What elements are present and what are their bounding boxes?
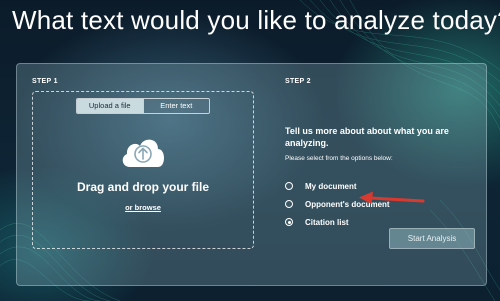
radio-my-document[interactable]: [285, 182, 293, 190]
input-mode-tabs: Upload a file Enter text: [76, 98, 210, 114]
red-arrow-icon: [359, 191, 425, 204]
file-dropzone[interactable]: [32, 91, 254, 249]
step2-hint: Please select from the options below:: [285, 155, 393, 162]
page-title: What text would you like to analyze toda…: [12, 5, 500, 35]
option-citation-list[interactable]: Citation list: [285, 216, 349, 228]
option-my-document[interactable]: My document: [285, 180, 357, 192]
option-label: My document: [305, 181, 357, 191]
cloud-upload-icon: [122, 139, 164, 167]
start-analysis-button[interactable]: Start Analysis: [389, 228, 475, 249]
browse-link[interactable]: or browse: [32, 203, 254, 212]
step2-label: STEP 2: [285, 78, 311, 85]
radio-citation-list[interactable]: [285, 218, 293, 226]
tab-upload-file[interactable]: Upload a file: [77, 99, 143, 113]
radio-opponents-document[interactable]: [285, 200, 293, 208]
drag-drop-text: Drag and drop your file: [76, 180, 209, 194]
tab-enter-text[interactable]: Enter text: [142, 99, 209, 113]
option-label: Citation list: [305, 217, 349, 227]
step1-label: STEP 1: [32, 78, 58, 85]
step2-prompt: Tell us more about about what you are an…: [285, 126, 449, 148]
